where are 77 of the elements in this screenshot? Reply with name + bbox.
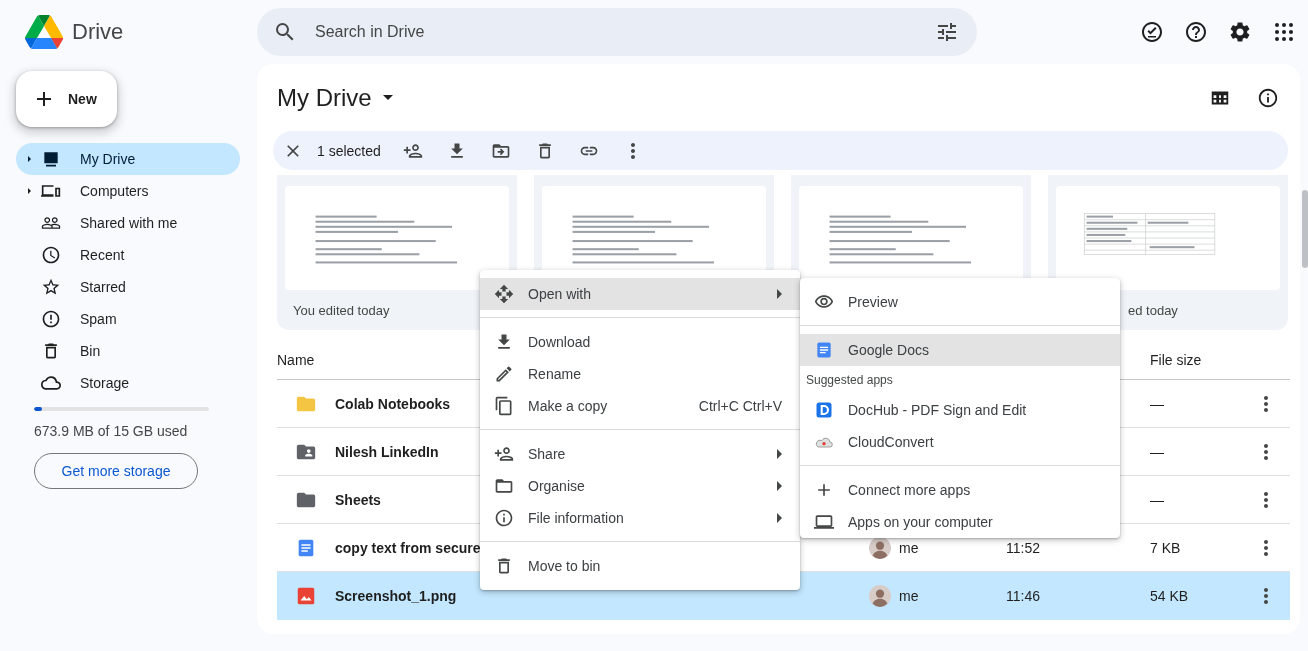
file-name: Colab Notebooks [335,395,451,412]
avatar [869,584,891,607]
drive-logo-icon [25,15,63,49]
folder-icon [494,476,514,496]
laptop-icon [814,512,834,532]
sidebar-item[interactable]: Storage [16,367,240,399]
pencil-icon [494,364,514,384]
menu-item[interactable]: Rename [480,358,800,390]
person-add-icon [494,444,514,464]
sidebar-item[interactable]: Spam [16,303,240,335]
menu-item[interactable]: File information [480,502,800,534]
file-size: 7 KB [1150,539,1181,556]
plus-icon [37,92,51,106]
scrollbar-thumb[interactable] [1302,190,1308,268]
apps-grid-icon [1275,23,1293,41]
page-title-dropdown[interactable]: My Drive [277,83,393,112]
dropdown-caret-icon [382,95,393,100]
more-icon [1264,539,1268,556]
file-card[interactable]: You edited today [277,175,517,330]
menu-item[interactable]: Connect more apps [800,474,1120,506]
sidebar-item[interactable]: Shared with me [16,207,240,239]
sidebar-item[interactable]: Starred [16,271,240,303]
menu-item[interactable]: Share [480,438,800,470]
menu-item[interactable]: Apps on your computer [800,506,1120,538]
sidebar-item[interactable]: My Drive [16,143,240,175]
more-icon [1264,443,1268,460]
storage-usage-text: 673.9 MB of 15 GB used [34,423,189,439]
file-card[interactable]: ed today [1048,175,1288,330]
menu-item[interactable]: CloudConvert [800,426,1120,458]
alert-icon [41,309,61,329]
help-icon [1184,20,1208,44]
info-icon [1257,86,1279,109]
more-icon [1264,395,1268,412]
file-size: 54 KB [1150,587,1189,604]
new-button[interactable]: New [16,71,117,127]
more-icon [630,142,635,159]
keyboard-shortcut: Ctrl+C Ctrl+V [698,398,782,414]
document-icon [814,340,834,360]
info-icon [494,508,514,528]
file-name: copy text from secure [335,539,481,556]
card-caption: You edited today [293,302,390,318]
file-size: — [1150,443,1164,460]
copy-icon [494,396,514,416]
file-name: Nilesh LinkedIn [335,443,439,460]
star-icon [41,277,61,297]
file-name: Screenshot_1.png [335,587,457,604]
search-input[interactable]: Search in Drive [313,22,919,42]
owner-name: me [899,539,919,556]
sidebar-item[interactable]: Computers [16,175,240,207]
menu-section-heading: Suggested apps [805,372,894,389]
file-size: — [1150,395,1164,412]
settings-icon [1228,20,1252,44]
sidebar-item[interactable]: Bin [16,335,240,367]
modified-time: 11:46 [1006,587,1040,604]
menu-item[interactable]: Open with [480,278,800,310]
clock-icon [41,245,61,265]
column-header[interactable]: File size [1150,351,1250,368]
app-logo-icon [814,400,834,420]
menu-item[interactable]: Google Docs [800,334,1120,366]
more-icon [1264,587,1268,604]
modified-time: 11:52 [1006,539,1040,556]
card-caption: ed today [1128,302,1178,318]
owner-name: me [899,587,919,604]
menu-item[interactable]: Make a copy Ctrl+C Ctrl+V [480,390,800,422]
search-field[interactable]: Search in Drive [257,8,977,56]
sidebar-item[interactable]: Recent [16,239,240,271]
menu-item[interactable]: Organise [480,470,800,502]
filter-icon [935,20,959,44]
menu-item[interactable]: DocHub - PDF Sign and Edit [800,394,1120,426]
cloud-icon [41,373,61,393]
more-icon [1264,491,1268,508]
file-size: — [1150,491,1164,508]
file-name: Sheets [335,491,381,508]
move-arrows-icon [494,284,514,304]
selection-count: 1 selected [317,142,381,159]
drive-icon [41,149,61,169]
app-name: Drive [72,19,124,45]
